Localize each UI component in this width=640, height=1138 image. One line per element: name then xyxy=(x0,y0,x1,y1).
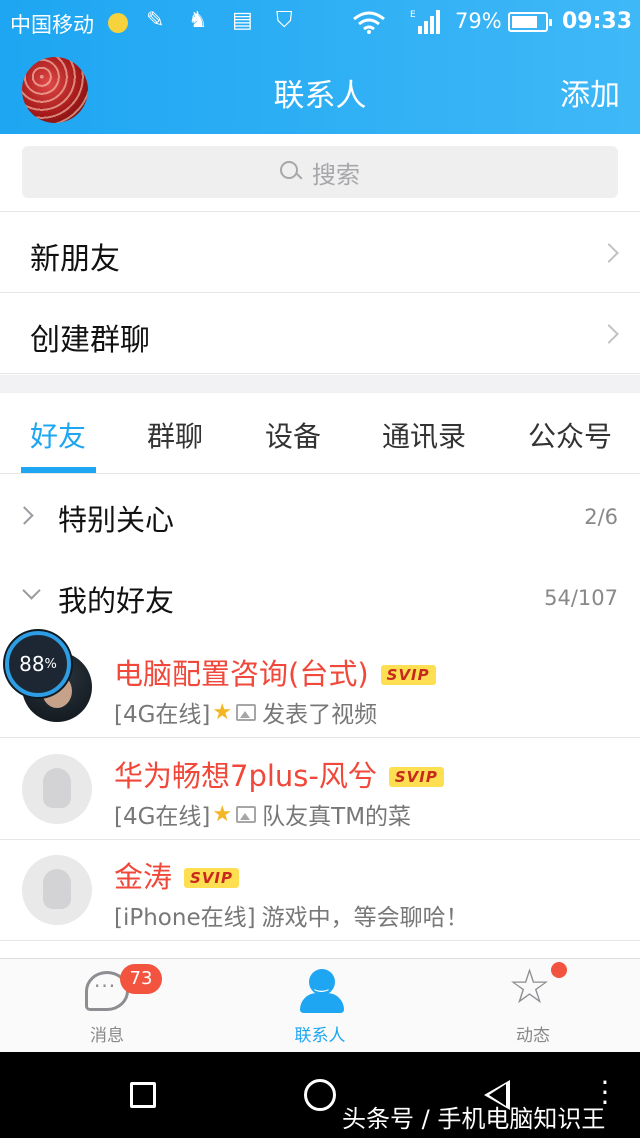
tab-messages-label: 消息 xyxy=(90,1026,124,1046)
clock: 09:33 xyxy=(562,9,633,34)
tab-groups[interactable]: 群聊 xyxy=(147,415,203,455)
group-name: 我的好友 xyxy=(58,584,175,618)
app-notification-icon: ✎ xyxy=(146,8,165,33)
tab-moments-label: 动态 xyxy=(516,1026,550,1046)
image-icon xyxy=(236,703,257,721)
status-text: 游戏中，等会聊哈！ xyxy=(261,905,469,931)
battery-percent: 79% xyxy=(455,9,502,33)
svip-badge: SVIP xyxy=(380,665,436,685)
penguin-avatar-icon xyxy=(43,869,71,909)
chevron-right-icon xyxy=(15,506,34,525)
penguin-avatar-icon xyxy=(43,768,71,808)
search-input[interactable]: 搜索 xyxy=(22,146,618,198)
star-icon: ★ xyxy=(212,801,233,827)
section-divider xyxy=(0,375,640,393)
active-tab-indicator xyxy=(21,467,96,473)
notification-dot-icon xyxy=(108,13,128,33)
battery-icon xyxy=(508,12,552,32)
tab-official-accounts[interactable]: 公众号 xyxy=(528,415,612,455)
search-placeholder: 搜索 xyxy=(312,160,360,189)
chevron-right-icon xyxy=(599,243,619,263)
friend-name: 金涛 xyxy=(114,860,173,894)
friend-row[interactable]: 华为畅想7plus-风兮 SVIP [4G在线] ★ 队友真TM的菜 xyxy=(0,739,640,840)
top-bar: 中国移动 ✎ ♞ ▤ ⛉ E 79% 09:33 联系人 添加 xyxy=(0,0,640,134)
carrier-label: 中国移动 xyxy=(10,13,94,37)
contact-tabs: 好友 群聊 设备 通讯录 公众号 xyxy=(0,393,640,474)
game-notification-icon: ♞ xyxy=(188,8,208,33)
group-name: 特别关心 xyxy=(58,503,175,537)
home-icon[interactable] xyxy=(304,1079,336,1111)
new-friends-row[interactable]: 新朋友 xyxy=(0,212,640,293)
status-text: 发表了视频 xyxy=(262,702,378,728)
watermark-text: 头条号 / 手机电脑知识王 xyxy=(342,1105,606,1133)
boost-unit: % xyxy=(44,656,57,672)
friend-status: [4G在线] ★ 队友真TM的菜 xyxy=(114,797,411,831)
online-status: [iPhone在线] xyxy=(114,905,256,931)
create-group-label: 创建群聊 xyxy=(30,323,150,358)
friend-row[interactable]: 金涛 SVIP [iPhone在线] 游戏中，等会聊哈！ xyxy=(0,840,640,941)
tab-moments[interactable]: ☆ 动态 xyxy=(473,959,593,1053)
bottom-tab-bar: 消息 联系人 ☆ 动态 xyxy=(0,958,640,1052)
chevron-right-icon xyxy=(599,324,619,344)
friend-name-line: 华为畅想7plus-风兮 SVIP xyxy=(114,753,444,795)
boost-value: 88 xyxy=(19,652,45,676)
memory-boost-widget[interactable]: 88% xyxy=(5,631,71,697)
svip-badge: SVIP xyxy=(184,868,240,888)
recent-apps-icon[interactable] xyxy=(130,1082,156,1108)
unread-badge: 73 xyxy=(120,964,162,994)
contact-person-icon xyxy=(300,969,344,1013)
friend-avatar[interactable] xyxy=(22,754,92,824)
image-icon xyxy=(236,805,257,823)
group-count: 2/6 xyxy=(584,505,618,529)
group-count: 54/107 xyxy=(544,586,618,610)
storage-notification-icon: ▤ xyxy=(232,8,253,33)
svip-badge: SVIP xyxy=(388,767,444,787)
friend-name-line: 金涛 SVIP xyxy=(114,854,240,896)
search-section: 搜索 xyxy=(0,134,640,212)
online-status: [4G在线] xyxy=(114,702,211,728)
friend-status: [4G在线] ★ 发表了视频 xyxy=(114,695,377,729)
tab-contacts[interactable]: 联系人 xyxy=(260,959,380,1053)
shield-icon: ⛉ xyxy=(276,8,293,33)
friend-status: [iPhone在线] 游戏中，等会聊哈！ xyxy=(114,898,469,932)
tab-address-book[interactable]: 通讯录 xyxy=(382,415,466,455)
tab-friends[interactable]: 好友 xyxy=(30,415,86,455)
star-outline-icon: ☆ xyxy=(508,959,552,1015)
chevron-down-icon xyxy=(22,581,41,600)
search-icon xyxy=(280,161,302,183)
tab-contacts-label: 联系人 xyxy=(294,1026,346,1046)
group-my-friends[interactable]: 我的好友 54/107 xyxy=(0,556,640,636)
create-group-row[interactable]: 创建群聊 xyxy=(0,293,640,374)
friend-name-line: 电脑配置咨询(台式) SVIP xyxy=(114,651,436,693)
battery-fill xyxy=(512,16,537,28)
star-icon: ★ xyxy=(212,699,233,725)
status-bar: 中国移动 ✎ ♞ ▤ ⛉ E 79% 09:33 xyxy=(0,0,640,46)
svg-text:E: E xyxy=(410,10,416,20)
online-status: [4G在线] xyxy=(114,804,211,830)
page-title: 联系人 xyxy=(273,78,367,114)
friend-row[interactable]: 电脑配置咨询(台式) SVIP [4G在线] ★ 发表了视频 xyxy=(0,637,640,738)
group-special-care[interactable]: 特别关心 2/6 xyxy=(0,475,640,555)
status-text: 队友真TM的菜 xyxy=(262,804,412,830)
friend-avatar[interactable] xyxy=(22,855,92,925)
new-friends-label: 新朋友 xyxy=(30,242,120,277)
new-activity-dot xyxy=(551,962,567,978)
tab-devices[interactable]: 设备 xyxy=(265,415,321,455)
friend-name: 华为畅想7plus-风兮 xyxy=(114,759,377,793)
add-button[interactable]: 添加 xyxy=(560,70,620,114)
friend-name: 电脑配置咨询(台式) xyxy=(114,657,369,691)
signal-icon: E xyxy=(410,10,440,39)
wifi-icon xyxy=(352,10,386,39)
